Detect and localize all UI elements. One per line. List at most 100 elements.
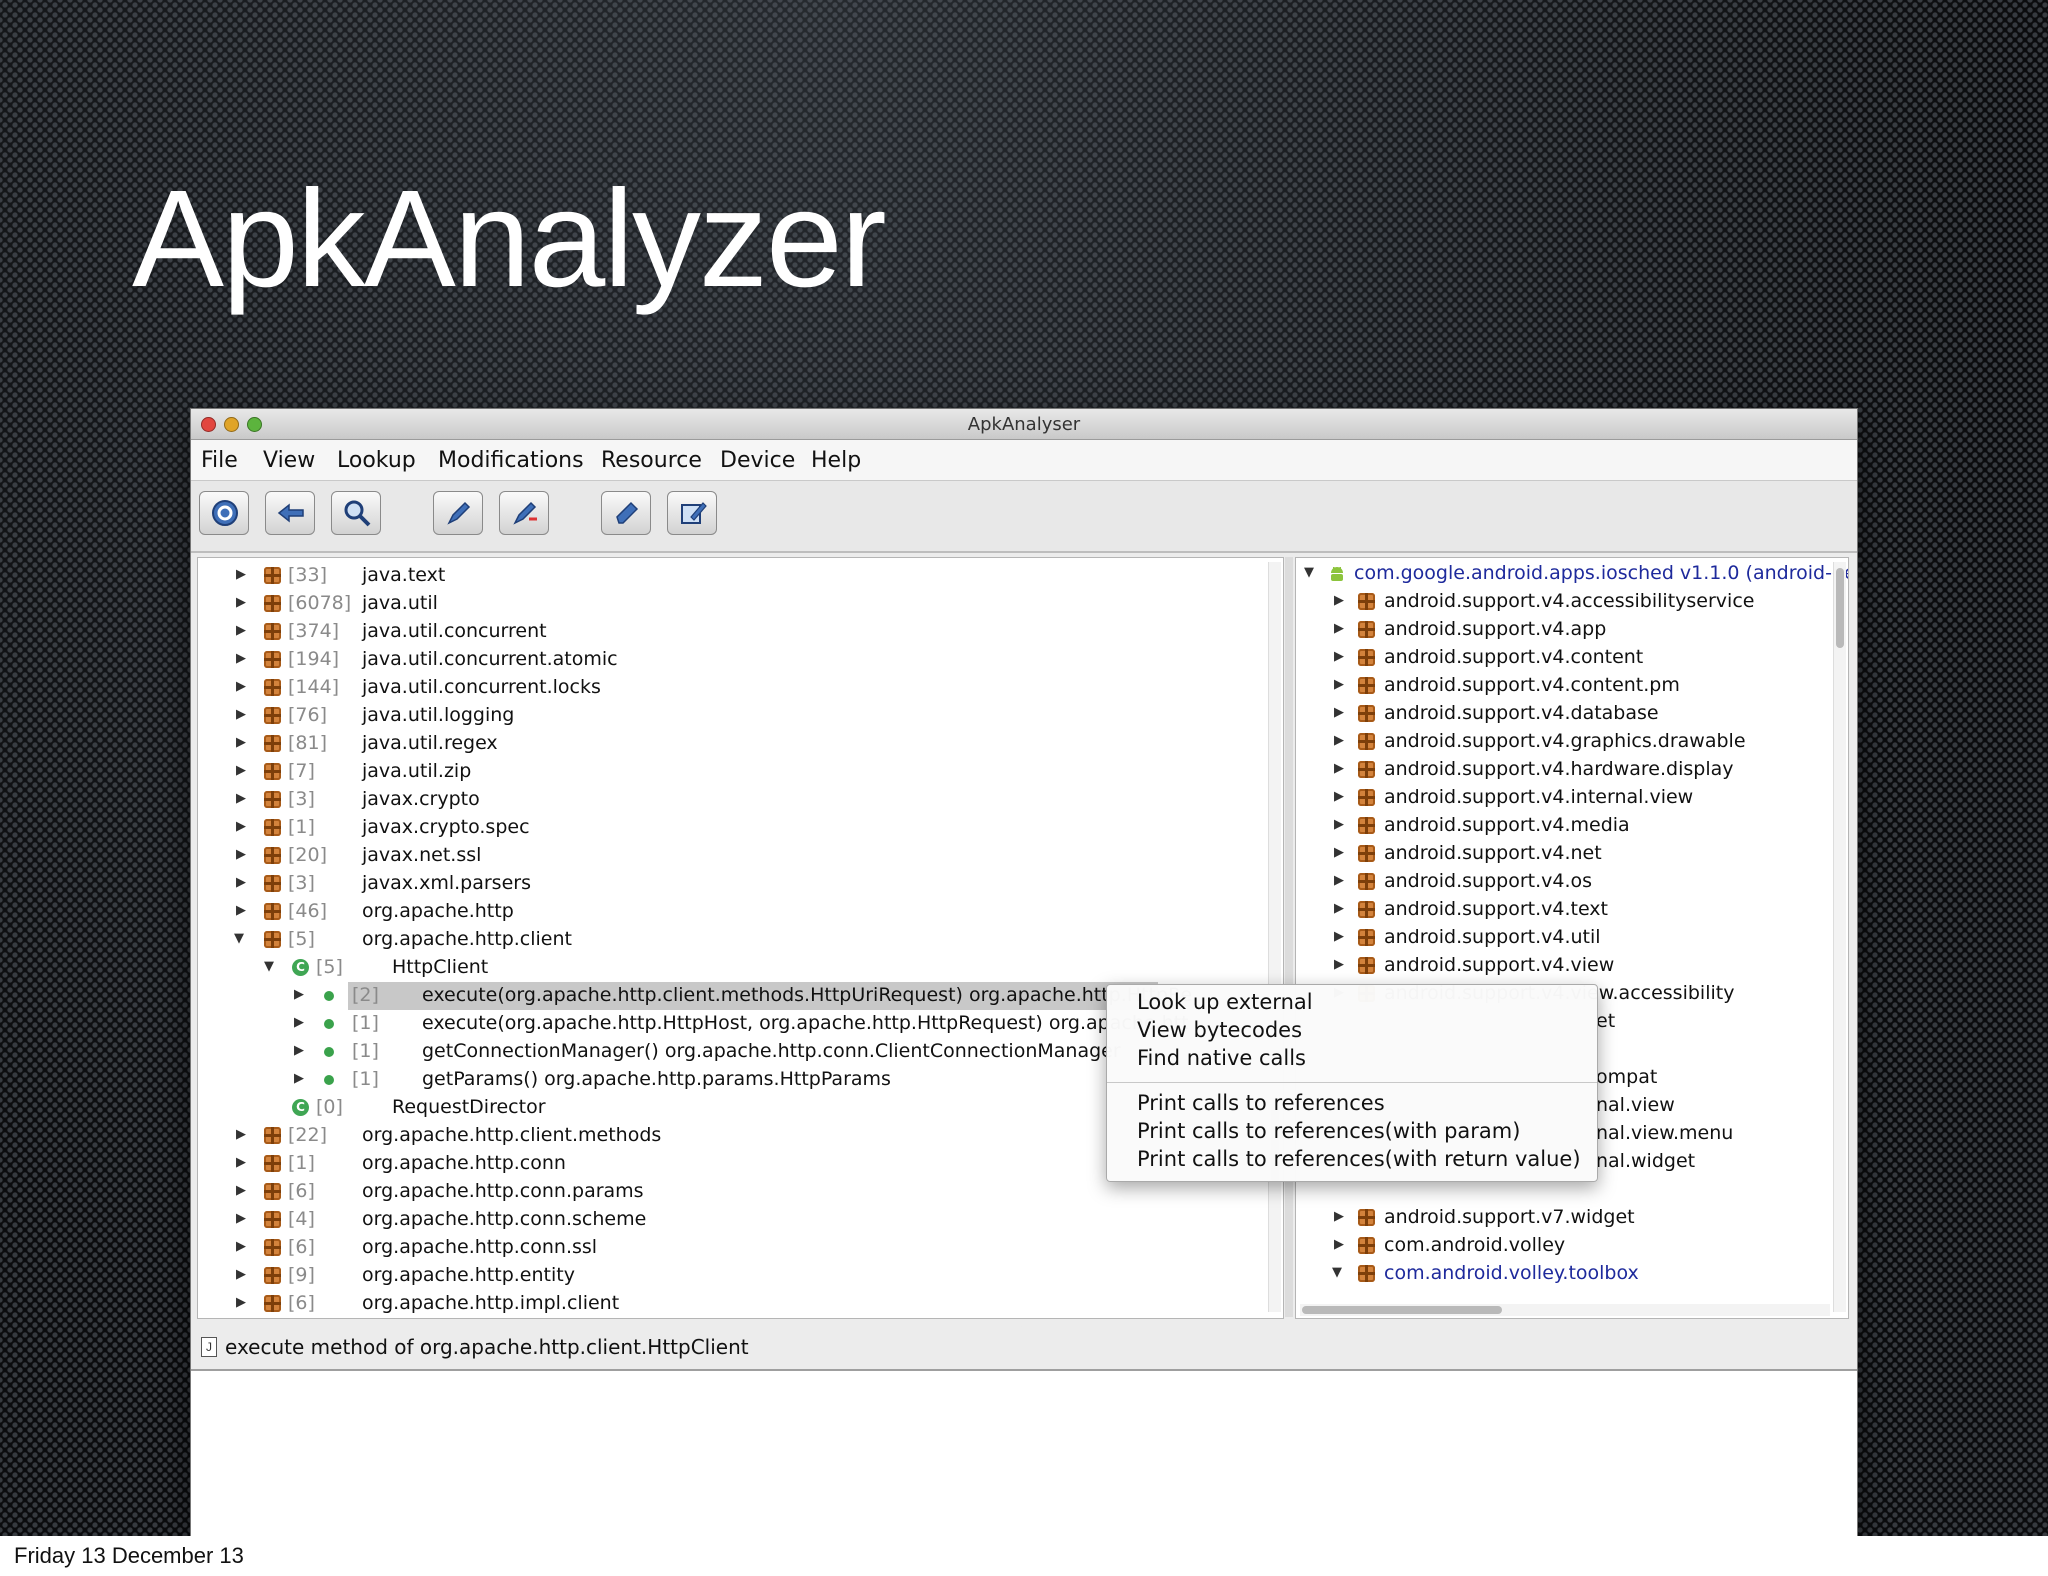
right-horizontal-scrollbar[interactable] [1300, 1304, 1830, 1316]
expand-arrow-icon[interactable]: ▶ [236, 847, 246, 862]
tree-row[interactable]: ▶ android.support.v4.app [1296, 616, 1836, 644]
expand-arrow-icon[interactable]: ▶ [1334, 845, 1344, 860]
tree-row[interactable]: ▶ android.support.v4.os [1296, 868, 1836, 896]
menu-resource[interactable]: Resource [601, 448, 702, 473]
expand-arrow-icon[interactable]: ▶ [1334, 677, 1344, 692]
expand-arrow-icon[interactable]: ▶ [236, 567, 246, 582]
expand-arrow-icon[interactable]: ▶ [236, 1267, 246, 1282]
edit-alt-button[interactable] [499, 491, 549, 535]
tree-row[interactable]: ▶ [1] org.apache.http.conn [198, 1150, 1258, 1178]
tree-root-row[interactable]: ▼ com.google.android.apps.iosched v1.1.0… [1296, 560, 1848, 588]
expand-arrow-icon[interactable]: ▶ [1334, 1237, 1344, 1252]
tree-row[interactable]: ▶ [1] javax.crypto.spec [198, 814, 1258, 842]
left-vertical-scrollbar[interactable] [1268, 562, 1281, 1312]
expand-arrow-icon[interactable]: ▶ [236, 763, 246, 778]
tree-row[interactable]: ▶ [3] javax.crypto [198, 786, 1258, 814]
collapse-arrow-icon[interactable]: ▼ [264, 959, 274, 974]
expand-arrow-icon[interactable]: ▶ [1334, 929, 1344, 944]
expand-arrow-icon[interactable]: ▶ [236, 819, 246, 834]
note-button[interactable] [667, 491, 717, 535]
expand-arrow-icon[interactable]: ▶ [1334, 705, 1344, 720]
tree-row[interactable]: ▶ [1] getParams() org.apache.http.params… [198, 1066, 1258, 1094]
tree-row[interactable]: ▶ [9] org.apache.http.entity [198, 1262, 1258, 1290]
menu-view[interactable]: View [263, 448, 315, 473]
expand-arrow-icon[interactable]: ▶ [236, 791, 246, 806]
expand-arrow-icon[interactable]: ▶ [1334, 593, 1344, 608]
expand-arrow-icon[interactable]: ▶ [1334, 621, 1344, 636]
menu-item-print-calls[interactable]: Print calls to references [1137, 1091, 1385, 1115]
menu-item-print-calls-return[interactable]: Print calls to references(with return va… [1137, 1147, 1581, 1171]
tree-row[interactable]: ▶ [6] org.apache.http.conn.ssl [198, 1234, 1258, 1262]
menu-file[interactable]: File [201, 448, 238, 473]
menu-device[interactable]: Device [720, 448, 795, 473]
expand-arrow-icon[interactable]: ▶ [236, 1239, 246, 1254]
tree-row[interactable]: ▶ android.support.v7.widget [1296, 1204, 1836, 1232]
expand-arrow-icon[interactable]: ▶ [294, 1043, 304, 1058]
menu-item-find-native-calls[interactable]: Find native calls [1137, 1046, 1306, 1070]
tree-row[interactable]: ▶ android.support.v4.database [1296, 700, 1836, 728]
tree-row[interactable]: ▶ android.support.v4.text [1296, 896, 1836, 924]
expand-arrow-icon[interactable]: ▶ [236, 1211, 246, 1226]
tree-row[interactable]: ▶ [374] java.util.concurrent [198, 618, 1258, 646]
menu-help[interactable]: Help [811, 448, 861, 473]
tree-row[interactable]: ▶ [20] javax.net.ssl [198, 842, 1258, 870]
menu-item-view-bytecodes[interactable]: View bytecodes [1137, 1018, 1302, 1042]
tree-row-selected[interactable]: ▶ [2] execute(org.apache.http.client.met… [198, 982, 1258, 1010]
tree-row[interactable]: ▶ [6078] java.util [198, 590, 1258, 618]
collapse-arrow-icon[interactable]: ▼ [1304, 565, 1314, 580]
expand-arrow-icon[interactable]: ▶ [1334, 649, 1344, 664]
tree-row[interactable]: ▶ [76] java.util.logging [198, 702, 1258, 730]
tree-row[interactable]: ▶ [1] execute(org.apache.http.HttpHost, … [198, 1010, 1258, 1038]
tree-row[interactable]: ▶ [194] java.util.concurrent.atomic [198, 646, 1258, 674]
expand-arrow-icon[interactable]: ▶ [1334, 1209, 1344, 1224]
expand-arrow-icon[interactable]: ▶ [1334, 761, 1344, 776]
expand-arrow-icon[interactable]: ▶ [1334, 957, 1344, 972]
expand-arrow-icon[interactable]: ▶ [1334, 873, 1344, 888]
expand-arrow-icon[interactable]: ▶ [236, 623, 246, 638]
menu-modifications[interactable]: Modifications [438, 448, 584, 473]
tree-row[interactable]: ▶ android.support.v4.accessibilityservic… [1296, 588, 1836, 616]
tree-row[interactable]: ▶ [1] getConnectionManager() org.apache.… [198, 1038, 1258, 1066]
tree-row[interactable]: ▶ android.support.v4.net [1296, 840, 1836, 868]
navigate-button[interactable] [265, 491, 315, 535]
tree-row[interactable]: ▼ C [5] HttpClient [198, 954, 1258, 982]
expand-arrow-icon[interactable]: ▶ [236, 1183, 246, 1198]
expand-arrow-icon[interactable]: ▶ [1334, 733, 1344, 748]
scrollbar-thumb[interactable] [1302, 1306, 1502, 1314]
expand-arrow-icon[interactable]: ▶ [1334, 789, 1344, 804]
scrollbar-thumb[interactable] [1836, 568, 1844, 648]
menu-item-look-up-external[interactable]: Look up external [1137, 990, 1313, 1014]
tree-row[interactable]: ▶ android.support.v4.view [1296, 952, 1836, 980]
tree-row[interactable]: ▶ [81] java.util.regex [198, 730, 1258, 758]
expand-arrow-icon[interactable]: ▶ [294, 987, 304, 1002]
expand-arrow-icon[interactable]: ▶ [294, 1015, 304, 1030]
expand-arrow-icon[interactable]: ▶ [236, 875, 246, 890]
left-package-tree[interactable]: ▶ [33] java.text ▶ [6078] java.util ▶ [3… [197, 557, 1284, 1319]
edit-button[interactable] [433, 491, 483, 535]
tree-row[interactable]: ▶ com.android.volley [1296, 1232, 1836, 1260]
tree-row[interactable]: ▶ android.support.v4.graphics.drawable [1296, 728, 1836, 756]
expand-arrow-icon[interactable]: ▶ [236, 1295, 246, 1310]
details-pane[interactable] [191, 1370, 1857, 1537]
tree-row[interactable]: C [0] RequestDirector [198, 1094, 1258, 1122]
tree-row[interactable]: ▶ [33] java.text [198, 562, 1258, 590]
expand-arrow-icon[interactable]: ▶ [236, 595, 246, 610]
expand-arrow-icon[interactable]: ▶ [1334, 901, 1344, 916]
right-vertical-scrollbar[interactable] [1833, 562, 1846, 1312]
tree-row[interactable]: ▶ [3] javax.xml.parsers [198, 870, 1258, 898]
menu-lookup[interactable]: Lookup [337, 448, 416, 473]
tree-row[interactable]: ▶ [6] org.apache.http.impl.client [198, 1290, 1258, 1318]
pane-split-handle[interactable] [1285, 557, 1293, 1317]
refresh-button[interactable] [199, 491, 249, 535]
tree-row[interactable]: ▼ [5] org.apache.http.client [198, 926, 1258, 954]
tree-row[interactable]: ▶ android.support.v4.content [1296, 644, 1836, 672]
tree-row[interactable]: ▶ [46] org.apache.http [198, 898, 1258, 926]
tree-row[interactable]: ▼ com.android.volley.toolbox [1296, 1260, 1836, 1288]
expand-arrow-icon[interactable]: ▶ [236, 651, 246, 666]
search-button[interactable] [331, 491, 381, 535]
tree-row[interactable]: ▶ android.support.v4.content.pm [1296, 672, 1836, 700]
tree-row[interactable]: ▶ [7] java.util.zip [198, 758, 1258, 786]
expand-arrow-icon[interactable]: ▶ [236, 735, 246, 750]
menu-item-print-calls-param[interactable]: Print calls to references(with param) [1137, 1119, 1520, 1143]
expand-arrow-icon[interactable]: ▶ [1334, 817, 1344, 832]
